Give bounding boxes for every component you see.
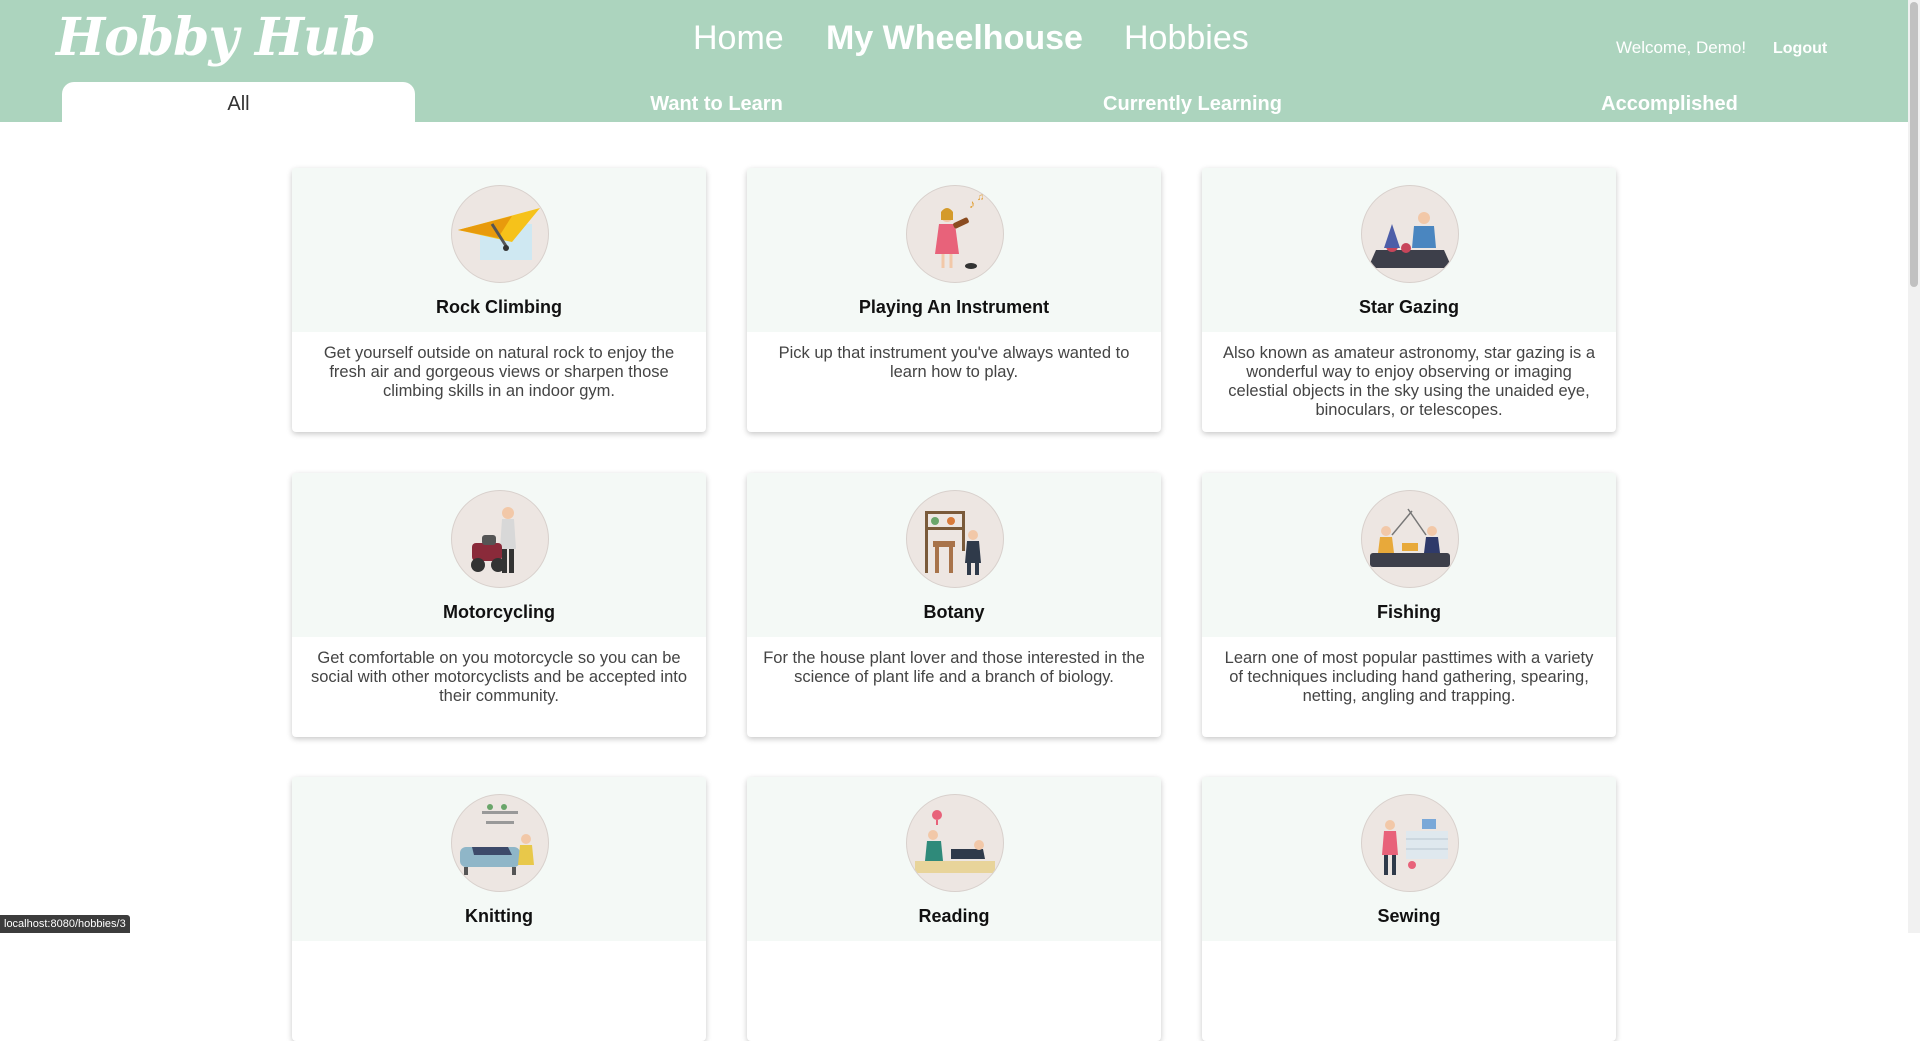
hobby-card[interactable]: Sewing xyxy=(1202,777,1616,1041)
motorcyclist-icon xyxy=(451,490,549,588)
hobby-card[interactable]: Knitting xyxy=(292,777,706,1041)
scrollbar-thumb[interactable] xyxy=(1910,2,1918,287)
hobby-card[interactable]: Botany For the house plant lover and tho… xyxy=(747,473,1161,737)
plant-shelf-icon xyxy=(906,490,1004,588)
card-title: Playing An Instrument xyxy=(858,297,1050,317)
card-title: Motorcycling xyxy=(442,602,555,622)
card-title: Sewing xyxy=(1377,906,1441,926)
page-scrollbar[interactable] xyxy=(1908,0,1920,933)
readers-icon xyxy=(906,794,1004,892)
hobby-card[interactable]: Fishing Learn one of most popular pastti… xyxy=(1202,473,1616,737)
violinist-icon: ♪ ♫ xyxy=(906,185,1004,283)
picnic-stargazers-icon xyxy=(1361,185,1459,283)
card-description: Get yourself outside on natural rock to … xyxy=(323,344,675,400)
hobby-card[interactable]: Rock Climbing Get yourself outside on na… xyxy=(292,168,706,432)
hobby-card[interactable]: ♪ ♫ Playing An Instrument Pick up that in… xyxy=(747,168,1161,432)
card-title: Knitting xyxy=(465,906,533,926)
hobby-card[interactable]: Reading xyxy=(747,777,1161,1041)
hobby-card[interactable]: Star Gazing Also known as amateur astron… xyxy=(1202,168,1616,432)
card-description: For the house plant lover and those inte… xyxy=(763,649,1145,686)
svg-text:♪: ♪ xyxy=(969,197,975,211)
hobby-card[interactable]: Motorcycling Get comfortable on you moto… xyxy=(292,473,706,737)
card-title: Botany xyxy=(923,602,985,622)
browser-status-url: localhost:8080/hobbies/3 xyxy=(0,915,130,933)
sofa-knitter-icon xyxy=(451,794,549,892)
card-title: Fishing xyxy=(1377,602,1441,622)
hang-glider-icon xyxy=(451,185,549,283)
fishers-icon xyxy=(1361,490,1459,588)
card-description: Learn one of most popular pasttimes with… xyxy=(1224,649,1594,705)
card-description: Also known as amateur astronomy, star ga… xyxy=(1222,344,1596,419)
card-title: Rock Climbing xyxy=(435,297,562,317)
card-title: Star Gazing xyxy=(1358,297,1460,317)
card-title: Reading xyxy=(918,906,990,926)
svg-text:♫: ♫ xyxy=(977,192,985,203)
hobby-card-grid: Rock Climbing Get yourself outside on na… xyxy=(0,0,1908,1041)
card-description: Get comfortable on you motorcycle so you… xyxy=(310,649,688,705)
card-description: Pick up that instrument you've always wa… xyxy=(778,344,1130,381)
sewing-workshop-icon xyxy=(1361,794,1459,892)
